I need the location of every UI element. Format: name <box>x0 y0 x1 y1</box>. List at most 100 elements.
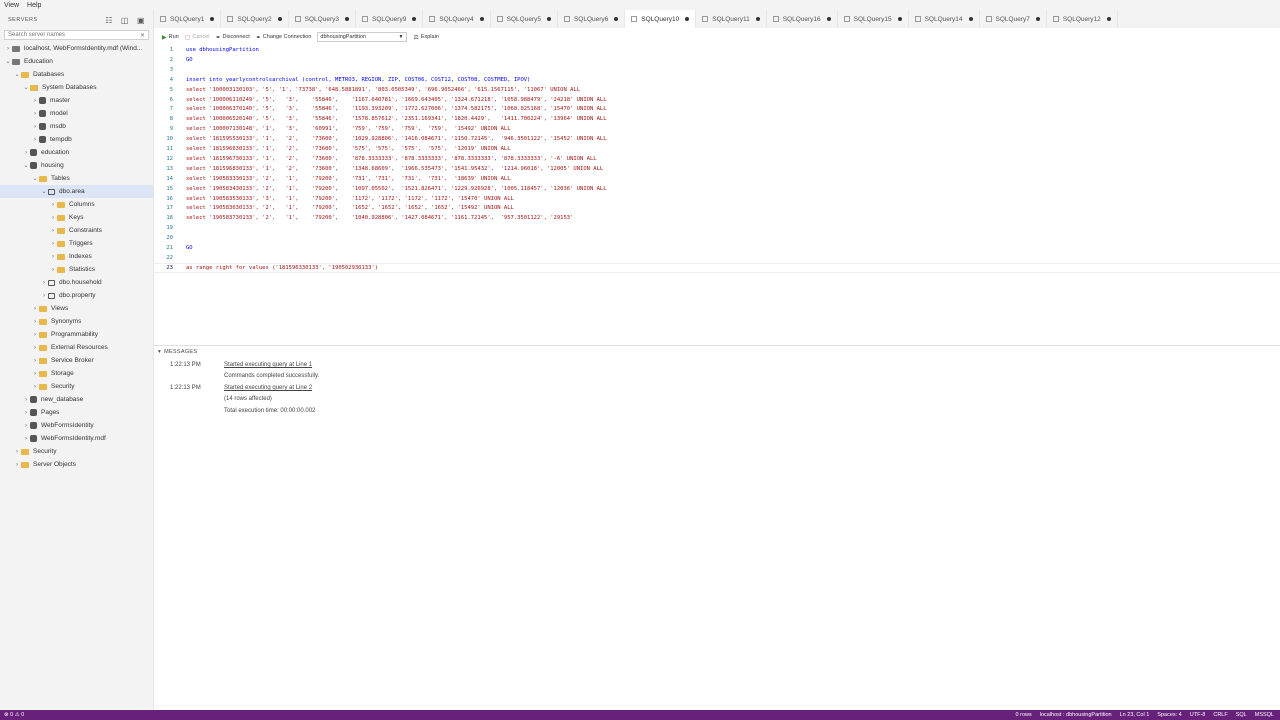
chevron-right-icon[interactable]: › <box>22 410 30 416</box>
status-item[interactable]: SQL <box>1236 712 1247 718</box>
clear-search-icon[interactable]: ✕ <box>140 32 148 39</box>
tab-sqlquery[interactable]: SQLQuery3 <box>289 10 356 28</box>
code-line[interactable]: 14 select '190583330133', '2', '1', '7920… <box>154 174 1280 184</box>
code-line[interactable]: 16 select '190583530133', '3', '1', '7920… <box>154 194 1280 204</box>
tree-item[interactable]: ⌄ System Databases <box>0 81 153 94</box>
tree-item[interactable]: › Security <box>0 445 153 458</box>
tree-item[interactable]: › master <box>0 94 153 107</box>
chevron-down-icon[interactable]: ⌄ <box>40 188 48 195</box>
tree-item[interactable]: › Constraints <box>0 224 153 237</box>
code-line[interactable]: 6 select '100006110249', '5', '3', '55846… <box>154 95 1280 105</box>
tab-sqlquery[interactable]: SQLQuery1 <box>154 10 222 28</box>
tree-item[interactable]: ⌄ Tables <box>0 172 153 185</box>
tree-item[interactable]: › msdb <box>0 120 153 133</box>
tree-item[interactable]: › Statistics <box>0 263 153 276</box>
unsaved-dot-icon[interactable] <box>826 17 831 21</box>
new-connection-icon[interactable]: ☷ <box>105 16 113 25</box>
chevron-right-icon[interactable]: › <box>13 449 21 455</box>
chevron-right-icon[interactable]: › <box>22 397 30 403</box>
tab-sqlquery[interactable]: SQLQuery12 <box>1047 10 1118 28</box>
status-item[interactable]: localhost : dbhousingPartition <box>1040 712 1112 718</box>
chevron-right-icon[interactable]: › <box>31 124 39 130</box>
tab-sqlquery[interactable]: SQLQuery2 <box>221 10 289 28</box>
code-line[interactable]: 10 select '181595530133', '1', '2', '7360… <box>154 134 1280 144</box>
unsaved-dot-icon[interactable] <box>210 17 215 21</box>
code-line[interactable]: 2 GO <box>154 55 1280 65</box>
tree-item[interactable]: › Columns <box>0 198 153 211</box>
tab-sqlquery[interactable]: SQLQuery9 <box>356 10 424 28</box>
code-line[interactable]: 12 select '181596730133', '1', '2', '7360… <box>154 154 1280 164</box>
tree-item[interactable]: ⌄ housing <box>0 159 153 172</box>
tree-item[interactable]: › Keys <box>0 211 153 224</box>
unsaved-dot-icon[interactable] <box>755 17 760 21</box>
tab-sqlquery[interactable]: SQLQuery14 <box>909 10 980 28</box>
code-line[interactable]: 21 GO <box>154 243 1280 253</box>
status-item[interactable]: MSSQL <box>1255 712 1274 718</box>
tree-item[interactable]: › dbo.household <box>0 276 153 289</box>
new-server-group-icon[interactable]: ◫ <box>121 16 129 25</box>
code-line[interactable]: 22 <box>154 253 1280 263</box>
code-line[interactable]: 3 <box>154 65 1280 75</box>
unsaved-dot-icon[interactable] <box>479 17 484 21</box>
unsaved-dot-icon[interactable] <box>277 17 282 21</box>
code-line[interactable]: 7 select '100006370140', '5', '3', '55846… <box>154 104 1280 114</box>
tree-item[interactable]: › Programmability <box>0 328 153 341</box>
code-line[interactable]: 15 select '190583430133', '2', '1', '7920… <box>154 184 1280 194</box>
chevron-down-icon[interactable]: ⌄ <box>13 71 21 78</box>
tab-sqlquery[interactable]: SQLQuery10 <box>625 10 697 28</box>
chevron-right-icon[interactable]: › <box>49 202 57 208</box>
chevron-right-icon[interactable]: › <box>40 293 48 299</box>
chevron-right-icon[interactable]: › <box>31 137 39 143</box>
code-line[interactable]: 5 select '100003130103', '5', '1', '73738… <box>154 85 1280 95</box>
tree-item[interactable]: › tempdb <box>0 133 153 146</box>
code-line[interactable]: 18 select '190583730133', '2', '1', '7920… <box>154 213 1280 223</box>
messages-header[interactable]: ▾ MESSAGES <box>154 346 1280 357</box>
code-line[interactable]: 4 insert into yearlycontrolsarchival (con… <box>154 75 1280 85</box>
unsaved-dot-icon[interactable] <box>546 17 551 21</box>
status-item[interactable]: Spaces: 4 <box>1157 712 1181 718</box>
tree-item[interactable]: › Server Objects <box>0 458 153 471</box>
chevron-right-icon[interactable]: › <box>31 319 39 325</box>
tab-sqlquery[interactable]: SQLQuery15 <box>838 10 909 28</box>
tab-sqlquery[interactable]: SQLQuery4 <box>423 10 491 28</box>
chevron-right-icon[interactable]: › <box>22 436 30 442</box>
active-connections-icon[interactable]: ▣ <box>137 16 145 25</box>
status-item[interactable]: Ln 23, Col 1 <box>1120 712 1150 718</box>
run-button[interactable]: ▶ Run <box>162 34 179 41</box>
code-line[interactable]: 13 select '181596830133', '1', '2', '7360… <box>154 164 1280 174</box>
status-item[interactable]: CRLF <box>1213 712 1227 718</box>
chevron-right-icon[interactable]: › <box>13 462 21 468</box>
tab-sqlquery[interactable]: SQLQuery7 <box>980 10 1047 28</box>
chevron-right-icon[interactable]: › <box>22 150 30 156</box>
tree-item[interactable]: › External Resources <box>0 341 153 354</box>
chevron-right-icon[interactable]: › <box>31 345 39 351</box>
chevron-down-icon[interactable]: ⌄ <box>22 84 30 91</box>
chevron-right-icon[interactable]: › <box>31 332 39 338</box>
cancel-button[interactable]: ▢ Cancel <box>185 34 210 41</box>
chevron-right-icon[interactable]: › <box>31 371 39 377</box>
status-item[interactable]: UTF-8 <box>1190 712 1206 718</box>
unsaved-dot-icon[interactable] <box>685 17 690 21</box>
unsaved-dot-icon[interactable] <box>614 17 619 21</box>
disconnect-button[interactable]: ⚭ Disconnect <box>216 34 250 41</box>
chevron-right-icon[interactable]: › <box>40 280 48 286</box>
tab-sqlquery[interactable]: SQLQuery6 <box>558 10 626 28</box>
tree-item[interactable]: › WebFormsIdentity <box>0 419 153 432</box>
message-link[interactable]: Started executing query at Line 2 <box>224 385 312 391</box>
chevron-right-icon[interactable]: › <box>49 254 57 260</box>
tree-item[interactable]: › education <box>0 146 153 159</box>
chevron-right-icon[interactable]: › <box>4 46 12 52</box>
code-line[interactable]: 11 select '181596630133', '1', '2', '7360… <box>154 144 1280 154</box>
tree-item[interactable]: › WebFormsIdentity.mdf <box>0 432 153 445</box>
problems-indicator[interactable]: ⊗ 0 ⚠ 0 <box>0 712 24 718</box>
tree-item[interactable]: › model <box>0 107 153 120</box>
chevron-right-icon[interactable]: › <box>49 228 57 234</box>
tree-item[interactable]: ⌄ Databases <box>0 68 153 81</box>
unsaved-dot-icon[interactable] <box>344 17 349 21</box>
menu-help[interactable]: Help <box>27 2 41 9</box>
chevron-down-icon[interactable]: ⌄ <box>22 162 30 169</box>
tab-sqlquery[interactable]: SQLQuery16 <box>767 10 838 28</box>
chevron-down-icon[interactable]: ⌄ <box>4 58 12 65</box>
chevron-right-icon[interactable]: › <box>22 423 30 429</box>
tree-item[interactable]: › Views <box>0 302 153 315</box>
